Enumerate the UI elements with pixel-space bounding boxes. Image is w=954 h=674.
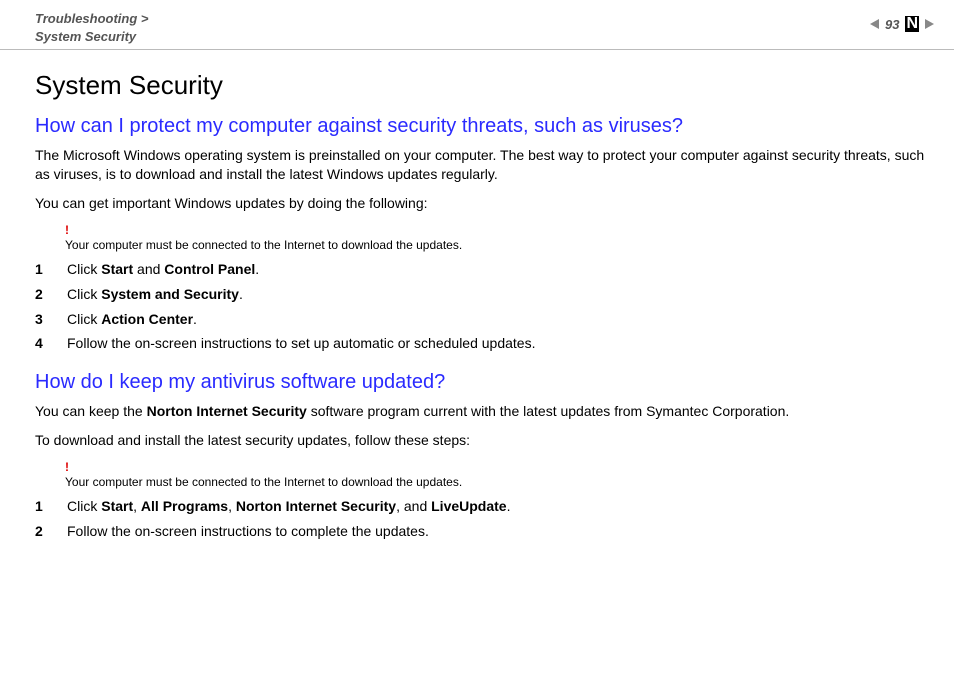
warning-icon: !: [65, 460, 929, 474]
steps-list: Click Start and Control Panel. Click Sys…: [35, 260, 929, 354]
section-heading: How can I protect my computer against se…: [35, 115, 929, 138]
breadcrumb-line-2: System Security: [35, 29, 136, 44]
section-antivirus: You can keep the Norton Internet Securit…: [35, 402, 929, 541]
warning-block: ! Your computer must be connected to the…: [65, 460, 929, 489]
warning-block: ! Your computer must be connected to the…: [65, 223, 929, 252]
step-item: Click Action Center.: [35, 310, 929, 329]
step-item: Click Start and Control Panel.: [35, 260, 929, 279]
steps-list: Click Start, All Programs, Norton Intern…: [35, 497, 929, 541]
page-number: 93: [885, 17, 899, 32]
section-intro-2: To download and install the latest secur…: [35, 431, 929, 450]
page-content: System Security How can I protect my com…: [0, 50, 954, 541]
step-item: Click System and Security.: [35, 285, 929, 304]
section-heading: How do I keep my antivirus software upda…: [35, 371, 929, 394]
breadcrumb-line-1: Troubleshooting >: [35, 11, 149, 26]
warning-text: Your computer must be connected to the I…: [65, 238, 462, 252]
warning-icon: !: [65, 223, 929, 237]
next-page-icon[interactable]: [925, 19, 934, 29]
nav-n-icon[interactable]: N: [905, 16, 919, 32]
section-intro-2: You can get important Windows updates by…: [35, 194, 929, 213]
prev-page-icon[interactable]: [870, 19, 879, 29]
step-item: Click Start, All Programs, Norton Intern…: [35, 497, 929, 516]
page-nav: 93 N: [870, 10, 934, 32]
section-viruses: How can I protect my computer against se…: [35, 115, 929, 353]
section-intro-1: The Microsoft Windows operating system i…: [35, 146, 929, 184]
header-bar: Troubleshooting > System Security 93 N: [0, 0, 954, 50]
section-intro-1: You can keep the Norton Internet Securit…: [35, 402, 929, 421]
warning-text: Your computer must be connected to the I…: [65, 475, 462, 489]
step-item: Follow the on-screen instructions to com…: [35, 522, 929, 541]
step-item: Follow the on-screen instructions to set…: [35, 334, 929, 353]
page-title: System Security: [35, 70, 929, 101]
breadcrumb: Troubleshooting > System Security: [35, 10, 149, 45]
